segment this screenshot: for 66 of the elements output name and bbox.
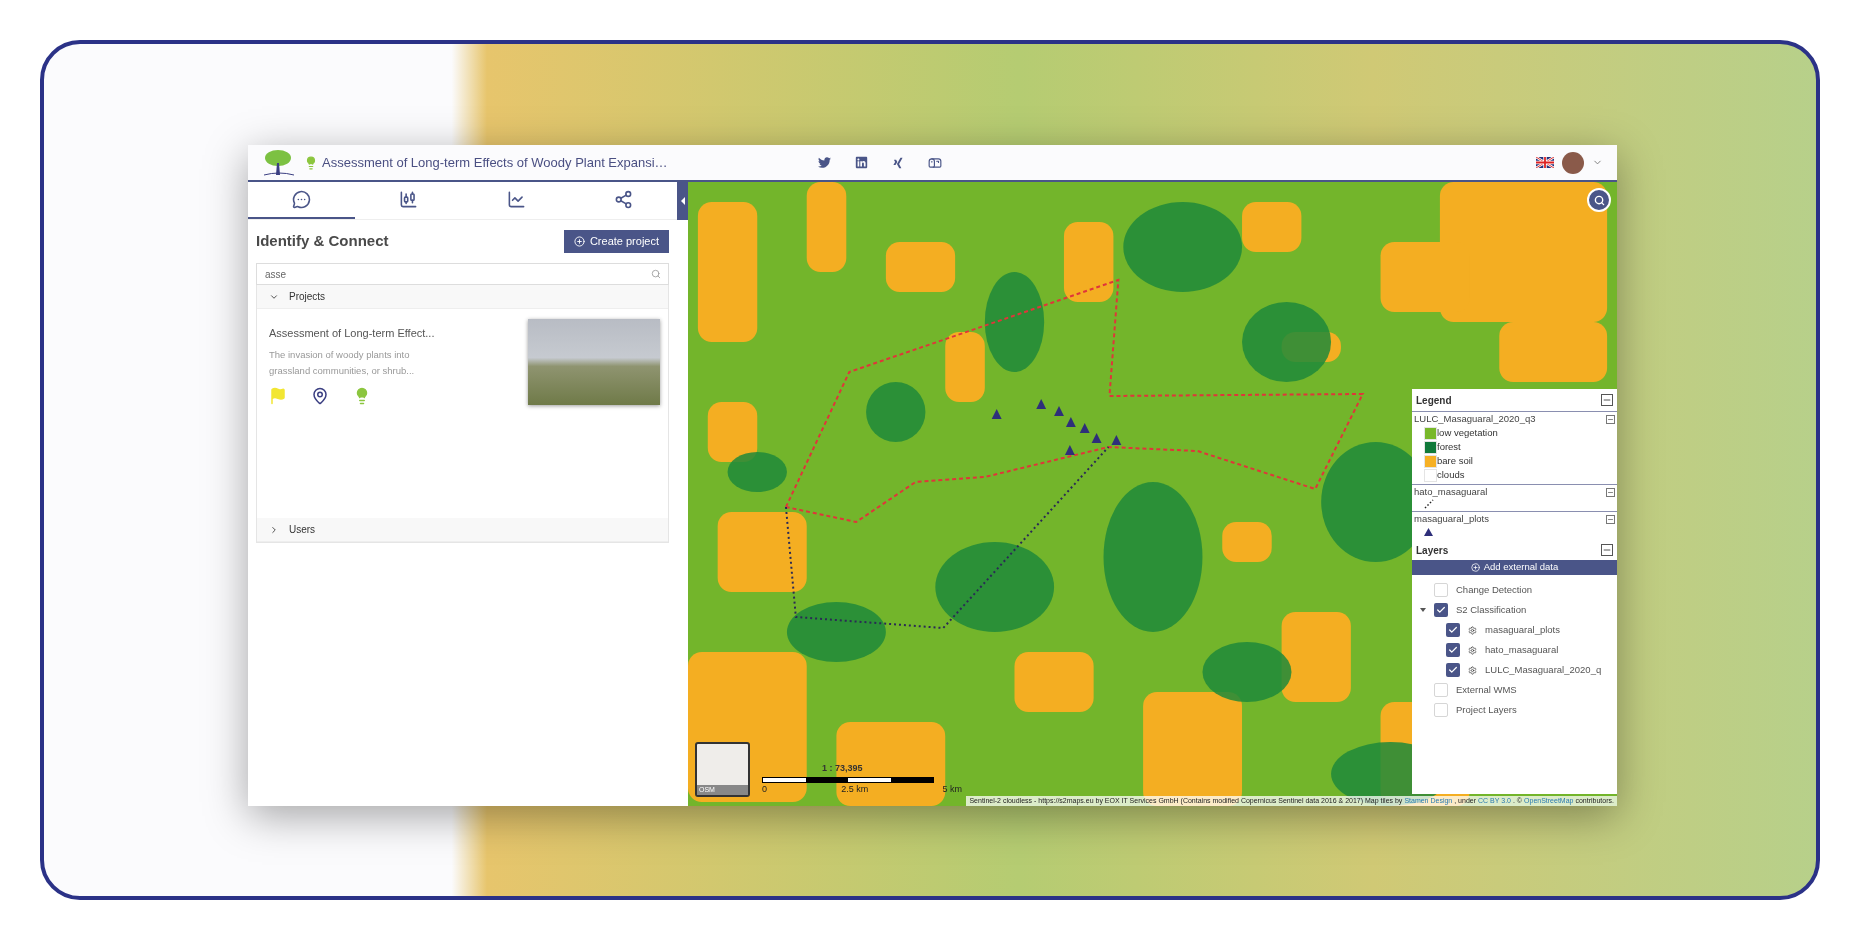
settings-icon[interactable] bbox=[1468, 665, 1477, 675]
section-header[interactable]: Users bbox=[257, 518, 668, 542]
layer-checkbox[interactable] bbox=[1434, 583, 1448, 597]
settings-icon[interactable] bbox=[1468, 645, 1477, 655]
settings-icon[interactable] bbox=[1468, 625, 1477, 635]
xing-icon[interactable] bbox=[891, 156, 904, 169]
legend-label: bare soil bbox=[1437, 453, 1473, 468]
scale-label: 5 km bbox=[942, 782, 962, 796]
chat-icon bbox=[292, 190, 312, 209]
add-external-data-button[interactable]: Add external data bbox=[1412, 560, 1617, 575]
section-header[interactable]: Projects bbox=[257, 285, 668, 309]
avatar[interactable] bbox=[1562, 151, 1584, 174]
twitter-icon[interactable] bbox=[817, 156, 831, 169]
layer-name: Project Layers bbox=[1456, 702, 1517, 717]
legend-layer-name: LULC_Masaguaral_2020_q3 bbox=[1414, 411, 1536, 426]
layer-name: hato_masaguaral bbox=[1485, 642, 1559, 657]
legend-layer-name: masaguaral_plots bbox=[1414, 511, 1489, 526]
search-icon bbox=[1593, 194, 1605, 206]
collapse-icon[interactable] bbox=[1601, 544, 1613, 556]
layer-name: masaguaral_plots bbox=[1485, 622, 1560, 637]
search-field[interactable]: asse bbox=[256, 263, 669, 285]
chart-icon bbox=[506, 190, 526, 209]
triangle-icon bbox=[1424, 528, 1433, 536]
legend-title: Legend bbox=[1416, 393, 1452, 408]
scale-label: 2.5 km bbox=[841, 782, 869, 796]
project-title: Assessment of Long-term Effects of Woody Plant Expansi… bbox=[322, 153, 668, 172]
plus-circle-icon bbox=[573, 236, 585, 247]
flag-icon bbox=[269, 386, 287, 405]
dotted-line-icon bbox=[1424, 499, 1434, 509]
legend-layer-name: hato_masaguaral bbox=[1414, 484, 1488, 499]
layer-checkbox[interactable] bbox=[1434, 703, 1448, 717]
expand-caret-icon[interactable] bbox=[1420, 608, 1426, 612]
scale-label: 0 bbox=[762, 782, 767, 796]
collapse-icon[interactable] bbox=[1606, 487, 1615, 497]
collapse-icon[interactable] bbox=[1606, 514, 1615, 524]
layers-title: Layers bbox=[1416, 543, 1449, 558]
legend-label: forest bbox=[1437, 439, 1461, 454]
layer-name: External WMS bbox=[1456, 682, 1517, 697]
uk-flag-icon[interactable] bbox=[1536, 157, 1554, 168]
caret-left-icon bbox=[680, 197, 685, 205]
layer-checkbox[interactable] bbox=[1446, 623, 1460, 637]
linkedin-icon[interactable] bbox=[854, 156, 868, 169]
legend-label: low vegetation bbox=[1437, 425, 1498, 440]
layer-checkbox[interactable] bbox=[1446, 663, 1460, 677]
legend-label: clouds bbox=[1437, 467, 1465, 482]
mailbox-icon[interactable] bbox=[927, 155, 942, 170]
share-icon bbox=[613, 190, 633, 209]
collapse-icon[interactable] bbox=[1601, 394, 1613, 406]
location-pin-icon bbox=[311, 386, 329, 405]
collapse-icon[interactable] bbox=[1606, 414, 1615, 424]
lightbulb-icon bbox=[304, 155, 318, 170]
layer-name: S2 Classification bbox=[1456, 602, 1527, 617]
panel-title: Identify & Connect bbox=[256, 231, 389, 252]
project-card-title[interactable]: Assessment of Long-term Effect... bbox=[269, 325, 439, 342]
collapse-panel-button[interactable] bbox=[677, 182, 688, 220]
create-project-button[interactable]: Create project bbox=[563, 230, 669, 253]
tree-logo-icon bbox=[262, 148, 296, 177]
layer-checkbox[interactable] bbox=[1446, 643, 1460, 657]
layer-name: Change Detection bbox=[1456, 582, 1533, 597]
search-icon bbox=[651, 269, 661, 279]
plus-circle-icon bbox=[1470, 563, 1480, 572]
project-description: The invasion of woody plants into grassland communities, or shrub... bbox=[269, 347, 416, 378]
layer-checkbox[interactable] bbox=[1434, 603, 1448, 617]
layer-name: LULC_Masaguaral_2020_q bbox=[1485, 662, 1602, 677]
layer-checkbox[interactable] bbox=[1434, 683, 1448, 697]
filters-icon bbox=[399, 190, 419, 209]
